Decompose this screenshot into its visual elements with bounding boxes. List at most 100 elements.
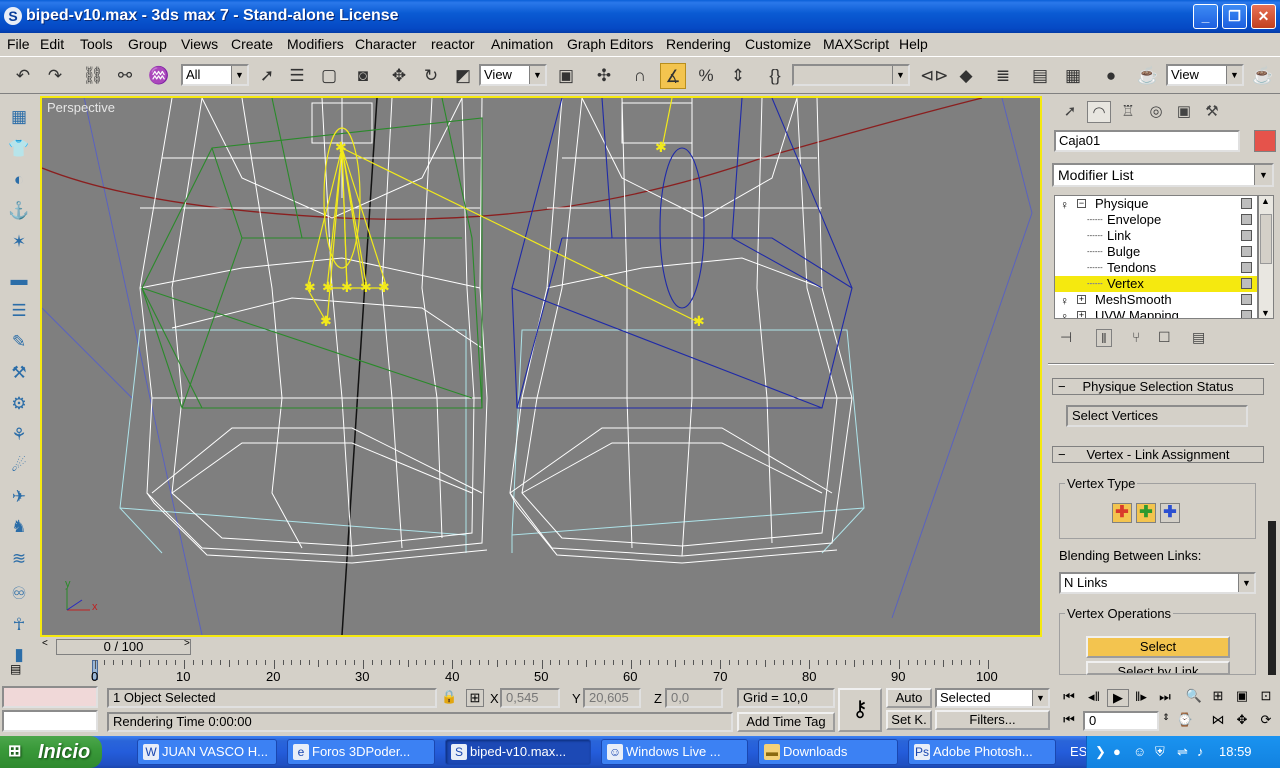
menu-reactor[interactable]: reactor: [431, 36, 475, 52]
motion-tab-icon[interactable]: ◎: [1144, 101, 1168, 123]
menu-tools[interactable]: Tools: [80, 36, 113, 52]
time-configuration-icon[interactable]: ⌚: [1174, 712, 1196, 728]
volume-icon[interactable]: ♪: [1197, 744, 1204, 759]
stack-item-physique[interactable]: ♀ − Physique: [1055, 196, 1257, 212]
stack-item-checkbox[interactable]: [1241, 214, 1252, 225]
deformable-vertex-button[interactable]: ✚: [1136, 503, 1156, 523]
time-slider-thumb[interactable]: 0 / 100: [56, 639, 191, 655]
zoom-icon[interactable]: 🔍: [1184, 688, 1204, 704]
ragdoll-constraint-icon[interactable]: ≋: [7, 547, 31, 571]
key-filter-dropdown[interactable]: Selected ▼: [935, 688, 1050, 708]
select-and-link-icon[interactable]: ⛓: [80, 63, 106, 89]
create-tab-icon[interactable]: ➚: [1058, 101, 1082, 123]
pan-icon[interactable]: ✥: [1232, 712, 1252, 728]
vertex-link-assignment-rollout[interactable]: − Vertex - Link Assignment: [1052, 446, 1264, 463]
auto-key-button[interactable]: Auto: [886, 688, 932, 708]
expand-icon[interactable]: +: [1077, 311, 1086, 318]
toy-car-icon[interactable]: ⚘: [7, 423, 31, 447]
select-by-link-button[interactable]: Select by Link: [1086, 661, 1230, 675]
reference-coordinate-dropdown[interactable]: View ▼: [479, 64, 547, 86]
zoom-extents-all-icon[interactable]: ⊡: [1256, 688, 1276, 704]
taskbar-item-3dsmax[interactable]: Sbiped-v10.max...: [445, 739, 591, 765]
constraint-solver-icon[interactable]: ♞: [7, 515, 31, 539]
rigid-vertex-button[interactable]: ✚: [1112, 503, 1132, 523]
stack-item-checkbox[interactable]: [1241, 278, 1252, 289]
percent-snap-icon[interactable]: %: [693, 63, 719, 89]
select-by-name-icon[interactable]: ☰: [284, 63, 310, 89]
goto-end-icon[interactable]: ⏭: [1154, 689, 1176, 705]
scroll-up-icon[interactable]: ▲: [1261, 196, 1270, 206]
taskbar-item-word[interactable]: W JUAN VASCO H...: [137, 739, 277, 765]
zoom-all-icon[interactable]: ⊞: [1208, 688, 1228, 704]
select-and-rotate-icon[interactable]: ↻: [418, 63, 444, 89]
y-coordinate-field[interactable]: 20,605: [583, 688, 641, 708]
basketball-icon[interactable]: ●: [1113, 744, 1121, 759]
field-of-view-icon[interactable]: ⋈: [1208, 712, 1228, 728]
scroll-thumb[interactable]: [1260, 214, 1272, 264]
show-hidden-icons-icon[interactable]: ❯: [1095, 744, 1106, 760]
stack-item-envelope[interactable]: ┄┄ Envelope: [1055, 212, 1257, 228]
select-button[interactable]: Select: [1086, 636, 1230, 658]
security-shield-icon[interactable]: ⛨: [1155, 744, 1165, 760]
start-button[interactable]: ⊞ Inicio: [0, 736, 102, 768]
next-frame-icon[interactable]: ‖▸: [1130, 689, 1152, 705]
cloth-collection-icon[interactable]: 👕: [7, 137, 31, 161]
material-editor-icon[interactable]: ●: [1098, 63, 1124, 89]
expand-icon[interactable]: +: [1077, 295, 1086, 304]
stack-item-checkbox[interactable]: [1241, 246, 1252, 257]
angle-snap-icon[interactable]: ∡: [660, 63, 686, 89]
root-vertex-button[interactable]: ✚: [1160, 503, 1180, 523]
stack-item-bulge[interactable]: ┄┄ Bulge: [1055, 244, 1257, 260]
zoom-extents-icon[interactable]: ▣: [1232, 688, 1252, 704]
object-name-field[interactable]: Caja01: [1054, 130, 1240, 152]
water-icon[interactable]: ✈: [7, 485, 31, 509]
menu-character[interactable]: Character: [355, 36, 416, 52]
taskbar-item-messenger[interactable]: ☺ Windows Live ...: [601, 739, 748, 765]
window-crossing-icon[interactable]: ◙: [350, 63, 376, 89]
menu-animation[interactable]: Animation: [491, 36, 553, 52]
network-icon[interactable]: ⇌: [1177, 744, 1188, 760]
make-unique-icon[interactable]: ⑂: [1132, 329, 1140, 345]
utilities-tab-icon[interactable]: ⚒: [1200, 101, 1224, 123]
stack-item-vertex[interactable]: ┄┄ Vertex: [1055, 276, 1257, 292]
taskbar-item-downloads[interactable]: ▬ Downloads: [758, 739, 898, 765]
track-bar[interactable]: ▤ 0 10 20 30 40 50 60 70 80 90 100: [10, 656, 1042, 686]
absolute-mode-icon[interactable]: ⊞: [466, 689, 484, 707]
rigid-body-collection-icon[interactable]: ▦: [7, 105, 31, 129]
current-frame-field[interactable]: 0: [1083, 711, 1159, 731]
select-object-icon[interactable]: ➚: [254, 63, 280, 89]
pin-stack-icon[interactable]: ⊣: [1060, 329, 1072, 346]
layer-manager-icon[interactable]: ≣: [990, 63, 1016, 89]
schematic-view-icon[interactable]: ▦: [1060, 63, 1086, 89]
stack-item-uvw-mapping[interactable]: ♀ + UVW Mapping: [1055, 308, 1257, 318]
add-time-tag-button[interactable]: Add Time Tag: [737, 712, 835, 732]
collapse-icon[interactable]: −: [1077, 199, 1086, 208]
menu-modifiers[interactable]: Modifiers: [287, 36, 344, 52]
wind-icon[interactable]: ⚙: [7, 392, 31, 416]
selection-filter-dropdown[interactable]: All ▼: [181, 64, 249, 86]
panel-scrollbar[interactable]: [1268, 521, 1276, 675]
display-tab-icon[interactable]: ▣: [1172, 101, 1196, 123]
menu-create[interactable]: Create: [231, 36, 273, 52]
modifier-list-dropdown[interactable]: Modifier List ▼: [1052, 163, 1274, 187]
key-mode-toggle-icon[interactable]: ⏮: [1058, 712, 1080, 728]
z-coordinate-field[interactable]: 0,0: [665, 688, 723, 708]
dashpot-icon[interactable]: ✎: [7, 330, 31, 354]
stack-item-checkbox[interactable]: [1241, 294, 1252, 305]
arc-rotate-icon[interactable]: ⟳: [1256, 712, 1276, 728]
x-coordinate-field[interactable]: 0,545: [500, 688, 560, 708]
show-end-result-icon[interactable]: ‖: [1096, 329, 1112, 347]
prev-frame-icon[interactable]: <: [42, 638, 48, 649]
menu-views[interactable]: Views: [181, 36, 218, 52]
hierarchy-tab-icon[interactable]: ♖: [1116, 101, 1140, 123]
menu-graph-editors[interactable]: Graph Editors: [567, 36, 653, 52]
maximize-button[interactable]: ❐: [1222, 4, 1247, 29]
maxscript-listener-mini[interactable]: [2, 686, 98, 708]
mirror-icon[interactable]: ⊲⊳: [920, 63, 949, 89]
remove-modifier-icon[interactable]: ☐: [1158, 329, 1171, 346]
edit-named-selection-icon[interactable]: {}: [762, 63, 788, 89]
select-and-move-icon[interactable]: ✥: [386, 63, 412, 89]
menu-file[interactable]: File: [7, 36, 30, 52]
next-frame-icon[interactable]: >: [184, 638, 190, 649]
minimize-button[interactable]: _: [1193, 4, 1218, 29]
